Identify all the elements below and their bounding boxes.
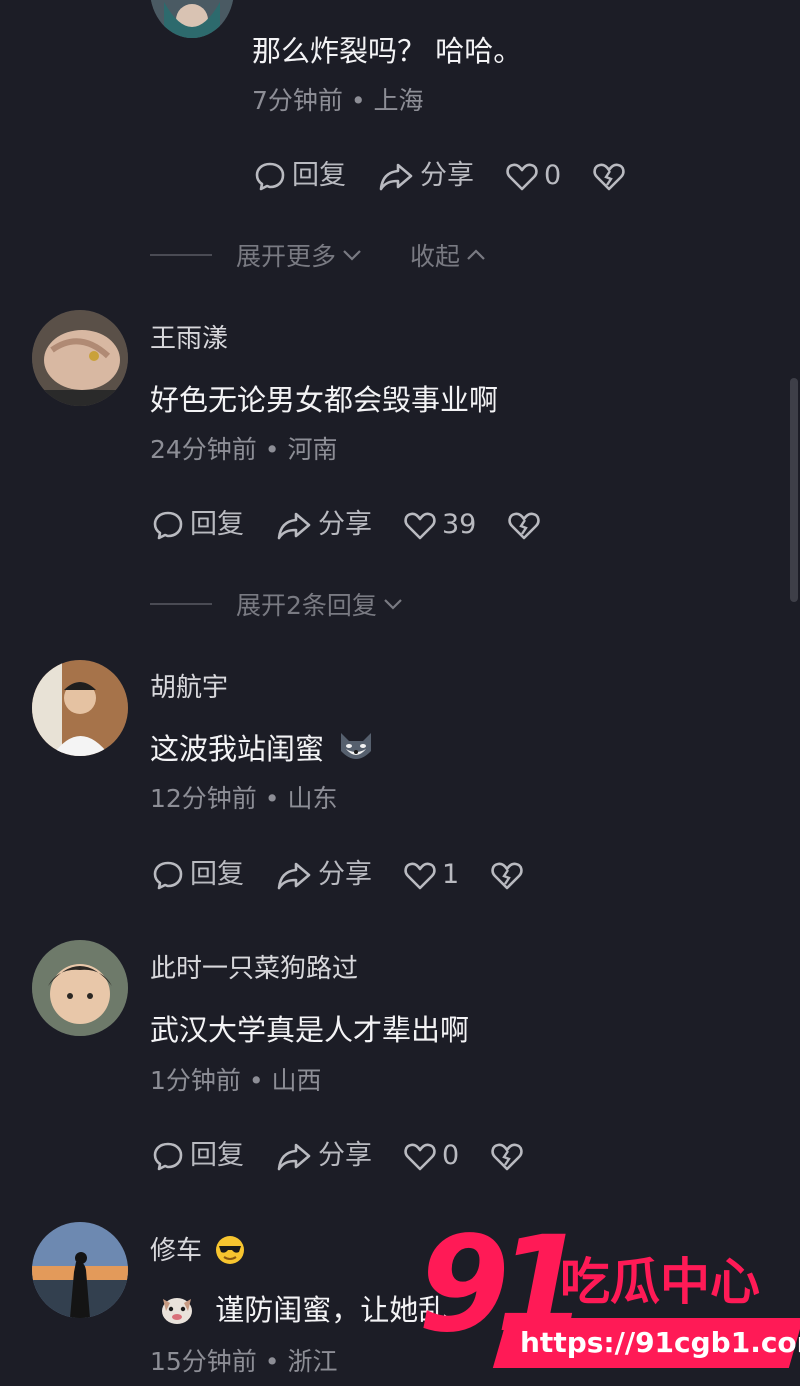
like-count: 1 bbox=[442, 859, 460, 890]
dislike-button[interactable] bbox=[489, 1138, 529, 1174]
dog-emoji-icon bbox=[162, 1298, 192, 1324]
comment-meta: 7分钟前 • 上海 bbox=[252, 86, 424, 115]
share-icon bbox=[277, 862, 311, 890]
collapse-button[interactable]: 收起 bbox=[410, 237, 488, 273]
chevron-up-icon bbox=[467, 249, 485, 260]
scrollbar[interactable] bbox=[790, 378, 798, 602]
comment-actions: 回复 分享 1 bbox=[150, 855, 559, 895]
username[interactable]: 此时一只菜狗路过 bbox=[150, 952, 358, 986]
share-label: 分享 bbox=[318, 1140, 372, 1171]
share-icon bbox=[277, 512, 311, 540]
reply-label: 回复 bbox=[190, 859, 244, 890]
expand-more-button[interactable]: 展开更多 bbox=[236, 237, 364, 273]
dislike-button[interactable] bbox=[506, 507, 546, 543]
like-button[interactable]: 0 bbox=[402, 1136, 459, 1176]
chevron-down-icon bbox=[343, 250, 361, 261]
heart-icon bbox=[404, 512, 436, 540]
broken-heart-icon bbox=[593, 163, 625, 191]
expand-replies-button[interactable]: 展开2条回复 bbox=[236, 586, 405, 622]
heart-icon bbox=[404, 1143, 436, 1171]
reply-icon bbox=[255, 162, 285, 191]
comment-meta: 15分钟前 • 浙江 bbox=[150, 1347, 338, 1376]
like-button[interactable]: 39 bbox=[402, 505, 476, 545]
like-count: 39 bbox=[442, 509, 477, 540]
watermark-url: https://91cgb1.com bbox=[520, 1326, 800, 1359]
chevron-down-icon bbox=[384, 599, 402, 610]
sunglasses-emoji-icon bbox=[216, 1236, 245, 1264]
share-button[interactable]: 分享 bbox=[274, 1136, 372, 1176]
reply-button[interactable]: 回复 bbox=[150, 855, 244, 895]
share-button[interactable]: 分享 bbox=[376, 156, 474, 196]
reply-button[interactable]: 回复 bbox=[150, 1136, 244, 1176]
broken-heart-icon bbox=[508, 512, 541, 540]
broken-heart-icon bbox=[491, 1143, 523, 1171]
like-button[interactable]: 1 bbox=[402, 855, 459, 895]
broken-heart-icon bbox=[491, 862, 523, 890]
comment-actions: 回复 分享 0 bbox=[252, 156, 661, 196]
share-button[interactable]: 分享 bbox=[274, 855, 372, 895]
username[interactable]: 胡航宇 bbox=[150, 671, 228, 705]
comment-text: 好色无论男女都会毁事业啊 bbox=[150, 383, 499, 417]
like-button[interactable]: 0 bbox=[504, 156, 561, 196]
reply-button[interactable]: 回复 bbox=[252, 156, 346, 196]
like-count: 0 bbox=[442, 1140, 460, 1171]
share-label: 分享 bbox=[318, 859, 372, 890]
heart-icon bbox=[506, 163, 538, 191]
comment-text: 谨防闺蜜，让她乱 bbox=[158, 1291, 447, 1329]
avatar[interactable] bbox=[32, 660, 128, 756]
username[interactable]: 修车 bbox=[150, 1234, 246, 1268]
watermark-name: 吃瓜中心 bbox=[560, 1253, 760, 1311]
reply-label: 回复 bbox=[292, 160, 346, 191]
avatar[interactable] bbox=[150, 0, 234, 38]
comment-meta: 12分钟前 • 山东 bbox=[150, 784, 338, 813]
like-count: 0 bbox=[544, 160, 562, 191]
husky-emoji-icon bbox=[341, 733, 372, 759]
avatar[interactable] bbox=[32, 1222, 128, 1318]
divider bbox=[150, 254, 212, 256]
heart-icon bbox=[404, 862, 436, 890]
share-label: 分享 bbox=[318, 509, 372, 540]
reply-icon bbox=[153, 1142, 183, 1171]
comment-text: 那么炸裂吗？ 哈哈。 bbox=[252, 34, 523, 68]
reply-button[interactable]: 回复 bbox=[150, 505, 244, 545]
divider bbox=[150, 603, 212, 605]
comment-actions: 回复 分享 39 bbox=[150, 505, 576, 545]
share-icon bbox=[277, 1143, 311, 1171]
comment-meta: 24分钟前 • 河南 bbox=[150, 435, 338, 464]
comment-text: 武汉大学真是人才辈出啊 bbox=[150, 1013, 470, 1047]
username[interactable]: 王雨漾 bbox=[150, 322, 228, 356]
share-label: 分享 bbox=[420, 160, 474, 191]
reply-label: 回复 bbox=[190, 509, 244, 540]
comment-text: 这波我站闺蜜 bbox=[150, 729, 375, 768]
avatar[interactable] bbox=[32, 940, 128, 1036]
comment-actions: 回复 分享 0 bbox=[150, 1136, 559, 1176]
share-icon bbox=[379, 163, 413, 191]
thread-controls: 展开更多 收起 bbox=[150, 238, 534, 272]
comment-meta: 1分钟前 • 山西 bbox=[150, 1066, 322, 1095]
avatar[interactable] bbox=[32, 310, 128, 406]
dislike-button[interactable] bbox=[489, 857, 529, 893]
reply-label: 回复 bbox=[190, 1140, 244, 1171]
share-button[interactable]: 分享 bbox=[274, 505, 372, 545]
reply-icon bbox=[153, 511, 183, 540]
thread-controls: 展开2条回复 bbox=[150, 587, 451, 621]
reply-icon bbox=[153, 861, 183, 890]
dislike-button[interactable] bbox=[591, 158, 631, 194]
